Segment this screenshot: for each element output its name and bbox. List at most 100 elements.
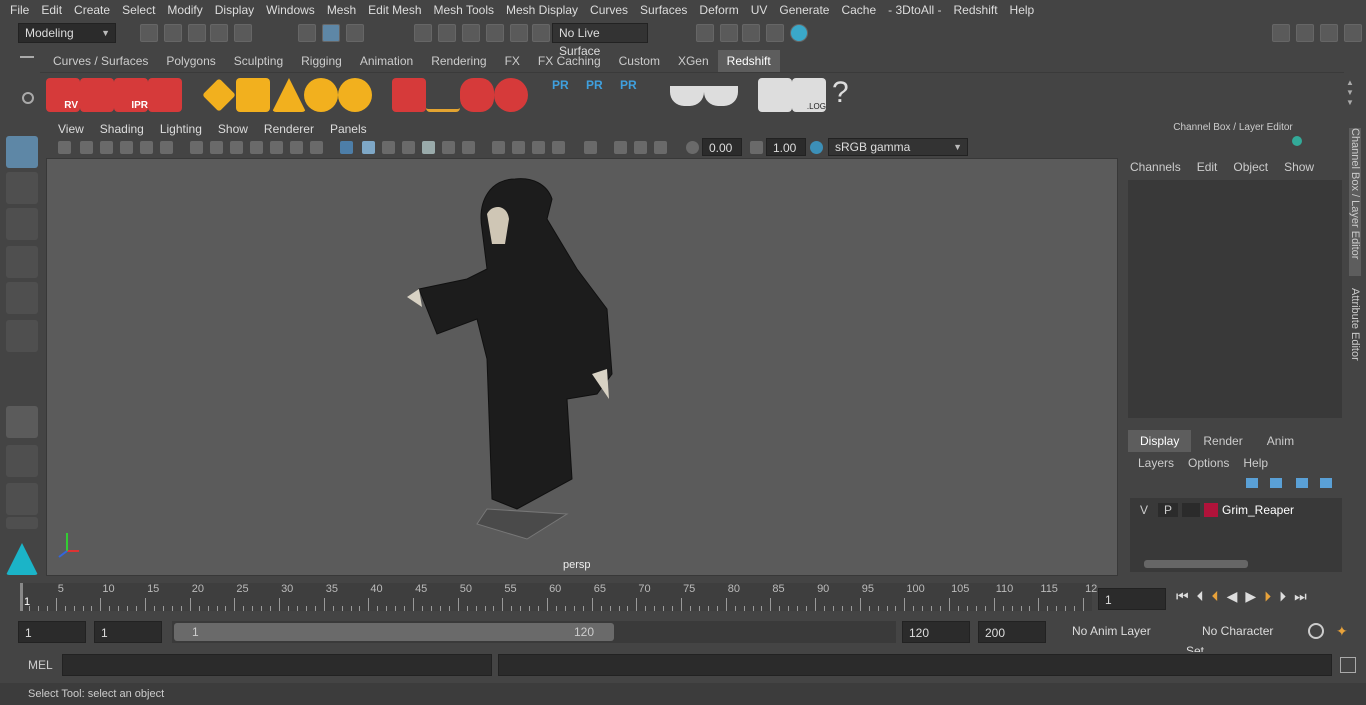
pr-export-icon[interactable]: PR — [586, 78, 614, 112]
rs-volume-icon[interactable] — [236, 78, 270, 112]
mel-label[interactable]: MEL — [28, 658, 53, 672]
wireframe-icon[interactable] — [340, 141, 353, 154]
menu-generate[interactable]: Generate — [773, 0, 835, 20]
bookmark-icon[interactable] — [100, 141, 113, 154]
menu-select[interactable]: Select — [116, 0, 161, 20]
redshift-render-icon[interactable] — [80, 78, 114, 112]
shelf-tab-rendering[interactable]: Rendering — [422, 50, 495, 72]
menu-help[interactable]: Help — [1004, 0, 1041, 20]
layer-scrollbar[interactable] — [1144, 560, 1248, 568]
resolution-gate-icon[interactable] — [230, 141, 243, 154]
mel-input[interactable] — [62, 654, 492, 676]
color-space-dropdown[interactable]: sRGB gamma ▼ — [828, 138, 968, 156]
menu-object[interactable]: Object — [1233, 160, 1268, 174]
menu-cache[interactable]: Cache — [835, 0, 882, 20]
playback-toggle[interactable]: P — [1158, 503, 1178, 517]
menu-help[interactable]: Help — [1243, 456, 1268, 470]
paint-select-icon[interactable] — [6, 208, 38, 240]
viewport-menu-show[interactable]: Show — [210, 120, 256, 138]
safe-title-icon[interactable] — [310, 141, 323, 154]
viewport-menu-renderer[interactable]: Renderer — [256, 120, 322, 138]
grim-reaper-model[interactable] — [407, 178, 613, 510]
scale-tool-icon[interactable] — [6, 320, 38, 352]
scene-start-field[interactable]: 1 — [18, 621, 86, 643]
gear-icon[interactable] — [22, 92, 34, 104]
viewport-menu-view[interactable]: View — [50, 120, 92, 138]
snap-point-icon[interactable] — [462, 24, 480, 42]
redshift-settings-icon[interactable] — [148, 78, 182, 112]
menu-options[interactable]: Options — [1188, 456, 1229, 470]
exposure-icon[interactable] — [686, 141, 699, 154]
redshift-ipr-icon[interactable]: IPR — [114, 78, 148, 112]
hypershade-icon[interactable] — [790, 24, 808, 42]
rs-worm-icon[interactable] — [460, 78, 494, 112]
menu-3dtoall[interactable]: - 3DtoAll - — [882, 0, 947, 20]
current-frame-field[interactable]: 1 — [1098, 588, 1166, 610]
image-plane-icon[interactable] — [120, 141, 133, 154]
2d-pan-icon[interactable] — [140, 141, 153, 154]
select-tool-icon[interactable] — [6, 136, 38, 168]
shelf-tab-polygons[interactable]: Polygons — [157, 50, 224, 72]
render-settings-icon[interactable] — [696, 24, 714, 42]
menu-mesh-tools[interactable]: Mesh Tools — [428, 0, 500, 20]
viewport-menu-panels[interactable]: Panels — [322, 120, 375, 138]
select-hierarchy-icon[interactable] — [298, 24, 316, 42]
single-view-icon[interactable] — [6, 406, 38, 438]
anim-prefs-icon[interactable]: ✦ — [1336, 623, 1354, 641]
grid-icon[interactable] — [190, 141, 203, 154]
attribute-icon[interactable] — [1320, 24, 1338, 42]
outliner-icon[interactable] — [1296, 24, 1314, 42]
render-view-icon[interactable] — [766, 24, 784, 42]
menu-create[interactable]: Create — [68, 0, 116, 20]
pr-proxy-icon[interactable]: PR — [552, 78, 580, 112]
new-layer-selected-icon[interactable] — [1320, 478, 1332, 488]
menu-windows[interactable]: Windows — [260, 0, 321, 20]
layer-down-icon[interactable] — [1270, 478, 1282, 488]
shelf-scroll-icon[interactable]: ▲ ▼ ▼ — [1346, 78, 1356, 108]
visibility-toggle[interactable]: V — [1134, 503, 1154, 517]
scene-end-field[interactable]: 200 — [978, 621, 1046, 643]
anim-layer-dropdown[interactable]: No Anim Layer — [1052, 621, 1178, 643]
gate-mask-icon[interactable] — [250, 141, 263, 154]
smooth-shade-icon[interactable] — [362, 141, 375, 154]
new-scene-icon[interactable] — [140, 24, 158, 42]
tab-attribute-editor[interactable]: Attribute Editor — [1349, 288, 1361, 361]
play-forward-icon[interactable]: ▶ — [1245, 588, 1256, 605]
isolate-select-icon[interactable] — [584, 141, 597, 154]
rs-code-icon[interactable] — [758, 78, 792, 112]
shelf-tab-sculpting[interactable]: Sculpting — [225, 50, 292, 72]
tab-render[interactable]: Render — [1191, 430, 1254, 452]
viewport-menu-shading[interactable]: Shading — [92, 120, 152, 138]
toolsettings-icon[interactable] — [1344, 24, 1362, 42]
playback-end-field[interactable]: 120 — [902, 621, 970, 643]
menu-deform[interactable]: Deform — [693, 0, 744, 20]
go-to-end-icon[interactable]: ⏭ — [1294, 588, 1307, 605]
rs-dome-light-icon[interactable] — [304, 78, 338, 112]
viewport-3d[interactable]: persp — [46, 158, 1118, 576]
make-live-icon[interactable] — [532, 24, 550, 42]
camera-attr-icon[interactable] — [80, 141, 93, 154]
menu-display[interactable]: Display — [209, 0, 260, 20]
redo-icon[interactable] — [234, 24, 252, 42]
menu-curves[interactable]: Curves — [584, 0, 634, 20]
menu-layers[interactable]: Layers — [1138, 456, 1174, 470]
ipr-icon[interactable] — [742, 24, 760, 42]
menu-uv[interactable]: UV — [745, 0, 774, 20]
four-view-icon[interactable] — [6, 445, 38, 477]
rs-cube-icon[interactable] — [392, 78, 426, 112]
select-objects-icon[interactable] — [322, 24, 340, 42]
gamma-icon[interactable] — [750, 141, 763, 154]
menu-redshift[interactable]: Redshift — [948, 0, 1004, 20]
lasso-tool-icon[interactable] — [6, 172, 38, 204]
grease-pencil-icon[interactable] — [160, 141, 173, 154]
new-layer-icon[interactable] — [1296, 478, 1308, 488]
outliner-layout-icon[interactable] — [6, 517, 38, 529]
layer-color-swatch[interactable] — [1204, 503, 1218, 517]
rs-log-icon[interactable]: .LOG — [792, 78, 826, 112]
layout-icon[interactable] — [6, 483, 38, 515]
step-back-icon[interactable]: ⏴ — [1197, 588, 1204, 605]
textured-icon[interactable] — [402, 141, 415, 154]
field-chart-icon[interactable] — [270, 141, 283, 154]
open-scene-icon[interactable] — [164, 24, 182, 42]
default-material-icon[interactable] — [382, 141, 395, 154]
